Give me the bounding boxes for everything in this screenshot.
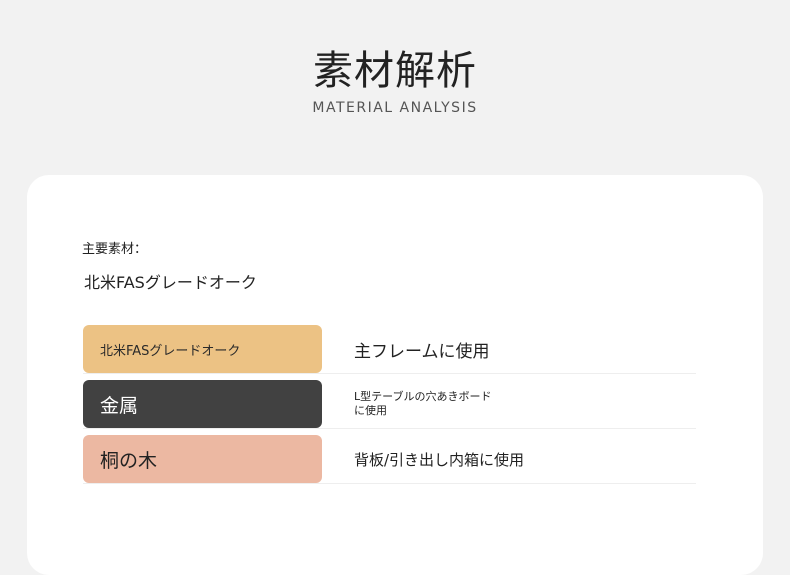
material-usage: 背板/引き出し内箱に使用 — [354, 450, 525, 469]
page-subtitle: MATERIAL ANALYSIS — [312, 100, 478, 116]
table-row: 金属 L型テーブルの穴あきボード に使用 — [83, 380, 696, 429]
material-table: 北米FASグレードオーク 主フレームに使用 金属 L型テーブルの穴あきボード に… — [83, 325, 696, 490]
main-material-value: 北米FASグレードオーク — [84, 273, 257, 292]
material-name: 金属 — [83, 380, 322, 428]
material-usage: 主フレームに使用 — [354, 341, 490, 362]
page-title: 素材解析 — [313, 48, 477, 94]
table-row: 桐の木 背板/引き出し内箱に使用 — [83, 435, 696, 484]
table-row: 北米FASグレードオーク 主フレームに使用 — [83, 325, 696, 374]
material-name: 北米FASグレードオーク — [83, 325, 322, 373]
material-usage-line: L型テーブルの穴あきボード — [354, 390, 492, 403]
main-material-label: 主要素材： — [82, 242, 148, 257]
material-usage-line: に使用 — [354, 404, 387, 417]
material-name: 桐の木 — [83, 435, 322, 483]
material-usage: L型テーブルの穴あきボード に使用 — [322, 380, 696, 428]
